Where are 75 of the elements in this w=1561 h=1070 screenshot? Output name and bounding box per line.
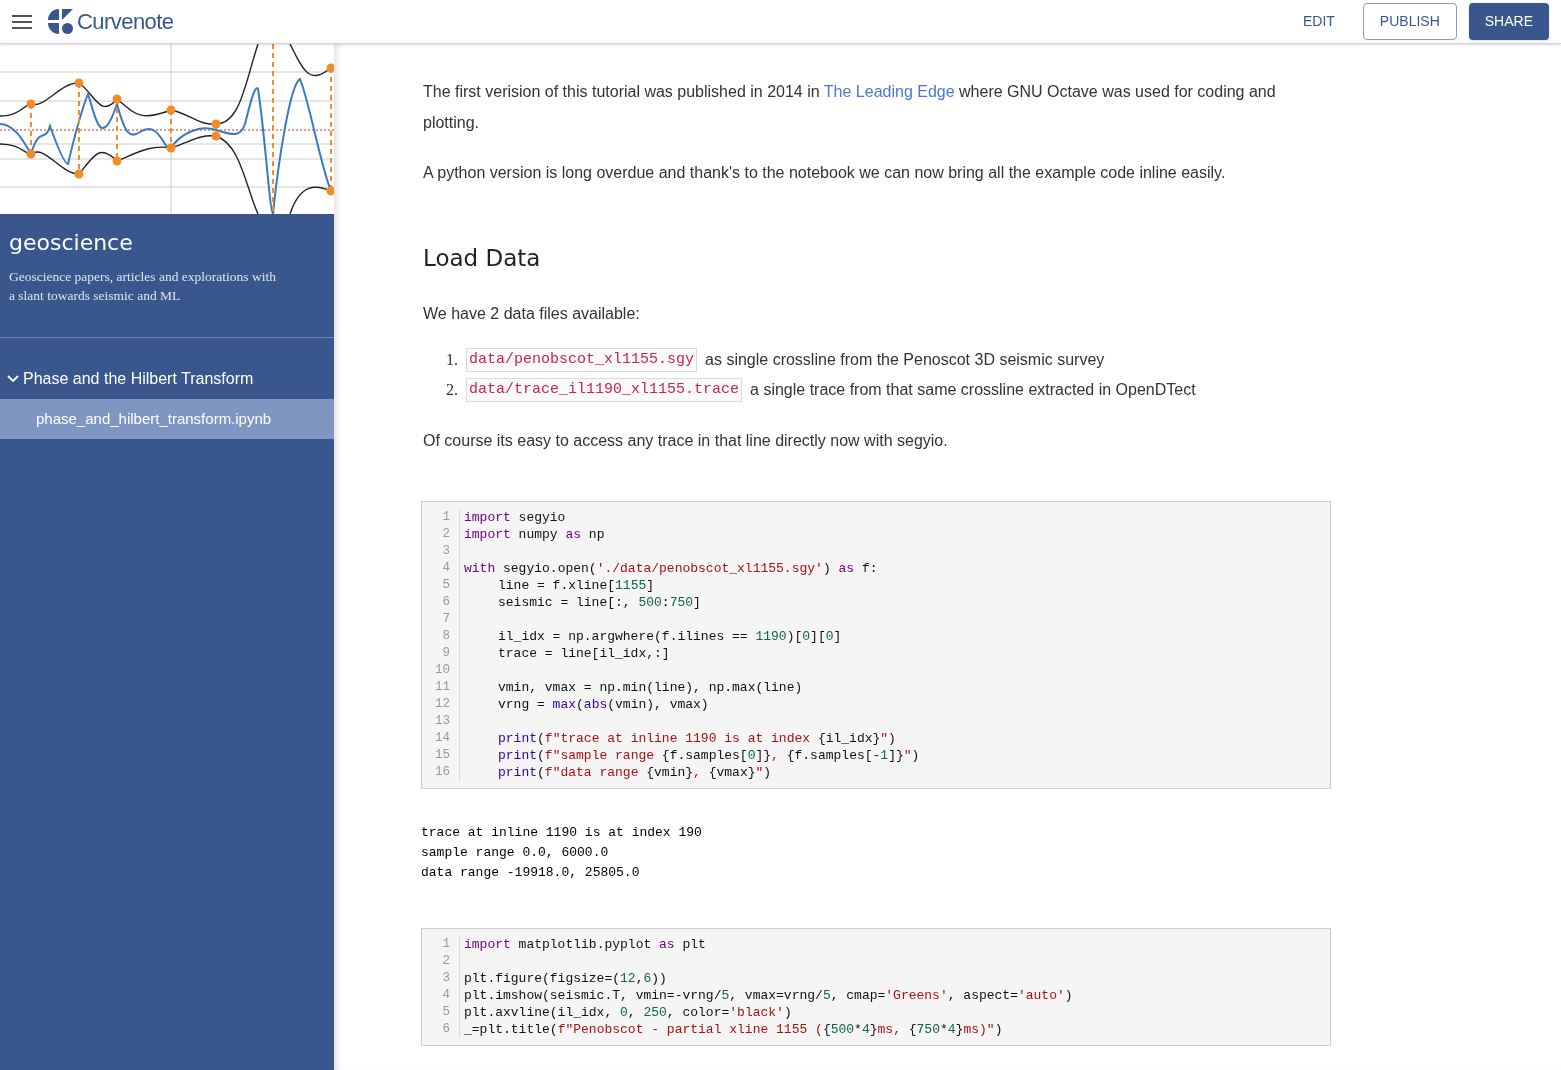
line-number: 6: [442, 1020, 450, 1038]
data-point: [166, 105, 176, 115]
data-point: [211, 131, 221, 141]
code-line: line = f.xline[1155]: [497, 576, 656, 594]
line-number: 8: [442, 627, 450, 645]
code-line: seismic = line[:, 500:750]: [497, 593, 702, 611]
code-line: plt.figure(figsize=(12,6)): [464, 969, 668, 987]
header-button[interactable]: SHARE: [1468, 3, 1549, 40]
code-line: plt.imshow(seismic.T, vmin=-vrng/5, vmax=vrng/5, cmap='Greens', aspect='auto'): [464, 986, 1073, 1004]
data-point: [74, 78, 84, 88]
paragraph: A python version is long overdue and thank's to the notebook we can now bring all the example code inline easily.: [423, 163, 1227, 183]
menu-icon[interactable]: [12, 14, 32, 29]
list-number: 1.: [446, 350, 458, 370]
data-point: [211, 119, 221, 129]
sidebar-title: geoscience: [9, 229, 134, 257]
line-number: 5: [442, 576, 450, 594]
line-number: 15: [435, 746, 450, 764]
paragraph: We have 2 data files available:: [423, 303, 641, 324]
header-button[interactable]: EDIT: [1286, 3, 1351, 40]
output-line: sample range 0.0, 6000.0: [421, 843, 610, 862]
line-number: 10: [435, 661, 450, 679]
line-number: 2: [442, 525, 450, 543]
list-number: 2.: [446, 380, 458, 400]
code-line: _=plt.title(f"Penobscot - partial xline 1155 ({500*4}ms, {750*4}ms)"): [464, 1020, 1004, 1038]
output-line: data range -19918.0, 25805.0: [421, 863, 641, 882]
code-line: trace = line[il_idx,:]: [497, 644, 671, 662]
logo-icon: [48, 9, 73, 34]
data-point: [74, 169, 84, 179]
paragraph: Of course its easy to access any trace in that line directly now with segyio.: [423, 430, 949, 451]
data-point: [326, 63, 334, 73]
output-line: trace at inline 1190 is at index 190: [421, 823, 703, 842]
nav-section[interactable]: Phase and the Hilbert Transform: [0, 359, 334, 399]
line-number: 5: [442, 1003, 450, 1021]
list-text: as single crossline from the Penoscot 3D seismic survey: [705, 350, 1105, 370]
line-number: 9: [442, 644, 450, 662]
file-path: data/trace_il1190_xl1155.trace: [466, 377, 743, 403]
line-number: 14: [435, 729, 450, 747]
code-line: print(f"trace at inline 1190 is at index {il_idx}"): [497, 729, 897, 747]
code-line: plt.axvline(il_idx, 0, 250, color='black'): [464, 1003, 793, 1021]
section-heading: Load Data: [423, 244, 542, 273]
list-text: a single trace from that same crossline extracted in OpenDTect: [750, 380, 1196, 400]
code-line: with segyio.open('./data/penobscot_xl1155.sgy') as f:: [464, 559, 879, 577]
line-number: 1: [442, 935, 450, 953]
line-number: 6: [442, 593, 450, 611]
line-number: 3: [442, 542, 450, 560]
line-number: 12: [435, 695, 450, 713]
line-number: 2: [442, 952, 450, 970]
data-point: [26, 149, 36, 159]
data-point: [26, 99, 36, 109]
code-line: il_idx = np.argwhere(f.ilines == 1190)[0][0]: [497, 627, 843, 645]
code-line: import matplotlib.pyplot as plt: [464, 935, 707, 953]
header-button[interactable]: PUBLISH: [1362, 3, 1457, 40]
data-point: [166, 143, 176, 153]
sidebar-description: Geoscience papers, articles and explorations with a slant towards seismic and ML: [9, 268, 277, 305]
line-number: 1: [442, 508, 450, 526]
line-number: 7: [442, 610, 450, 628]
line-number: 4: [442, 986, 450, 1004]
data-point: [112, 94, 122, 104]
brand-name: Curvenote: [77, 8, 174, 36]
data-point: [112, 156, 122, 166]
paragraph: The first verision of this tutorial was published in 2014 in The Leading Edge where GNU Octave was used for coding and plotting.: [423, 82, 1277, 133]
link[interactable]: The Leading Edge: [823, 83, 955, 100]
code-line: print(f"data range {vmin}, {vmax}"): [497, 763, 773, 781]
code-line: import numpy as np: [464, 525, 606, 543]
data-point: [326, 186, 334, 196]
code-line: vmin, vmax = np.min(line), np.max(line): [497, 678, 804, 696]
code-line: import segyio: [464, 508, 567, 526]
code-line: vrng = max(abs(vmin), vmax): [497, 695, 710, 713]
code-line: print(f"sample range {f.samples[0]}, {f.samples[-1]}"): [497, 746, 920, 764]
line-number: 16: [435, 763, 450, 781]
file-path: data/penobscot_xl1155.sgy: [466, 347, 698, 373]
line-number: 3: [442, 969, 450, 987]
line-number: 11: [435, 678, 450, 696]
line-number: 4: [442, 559, 450, 577]
line-number: 13: [435, 712, 450, 730]
